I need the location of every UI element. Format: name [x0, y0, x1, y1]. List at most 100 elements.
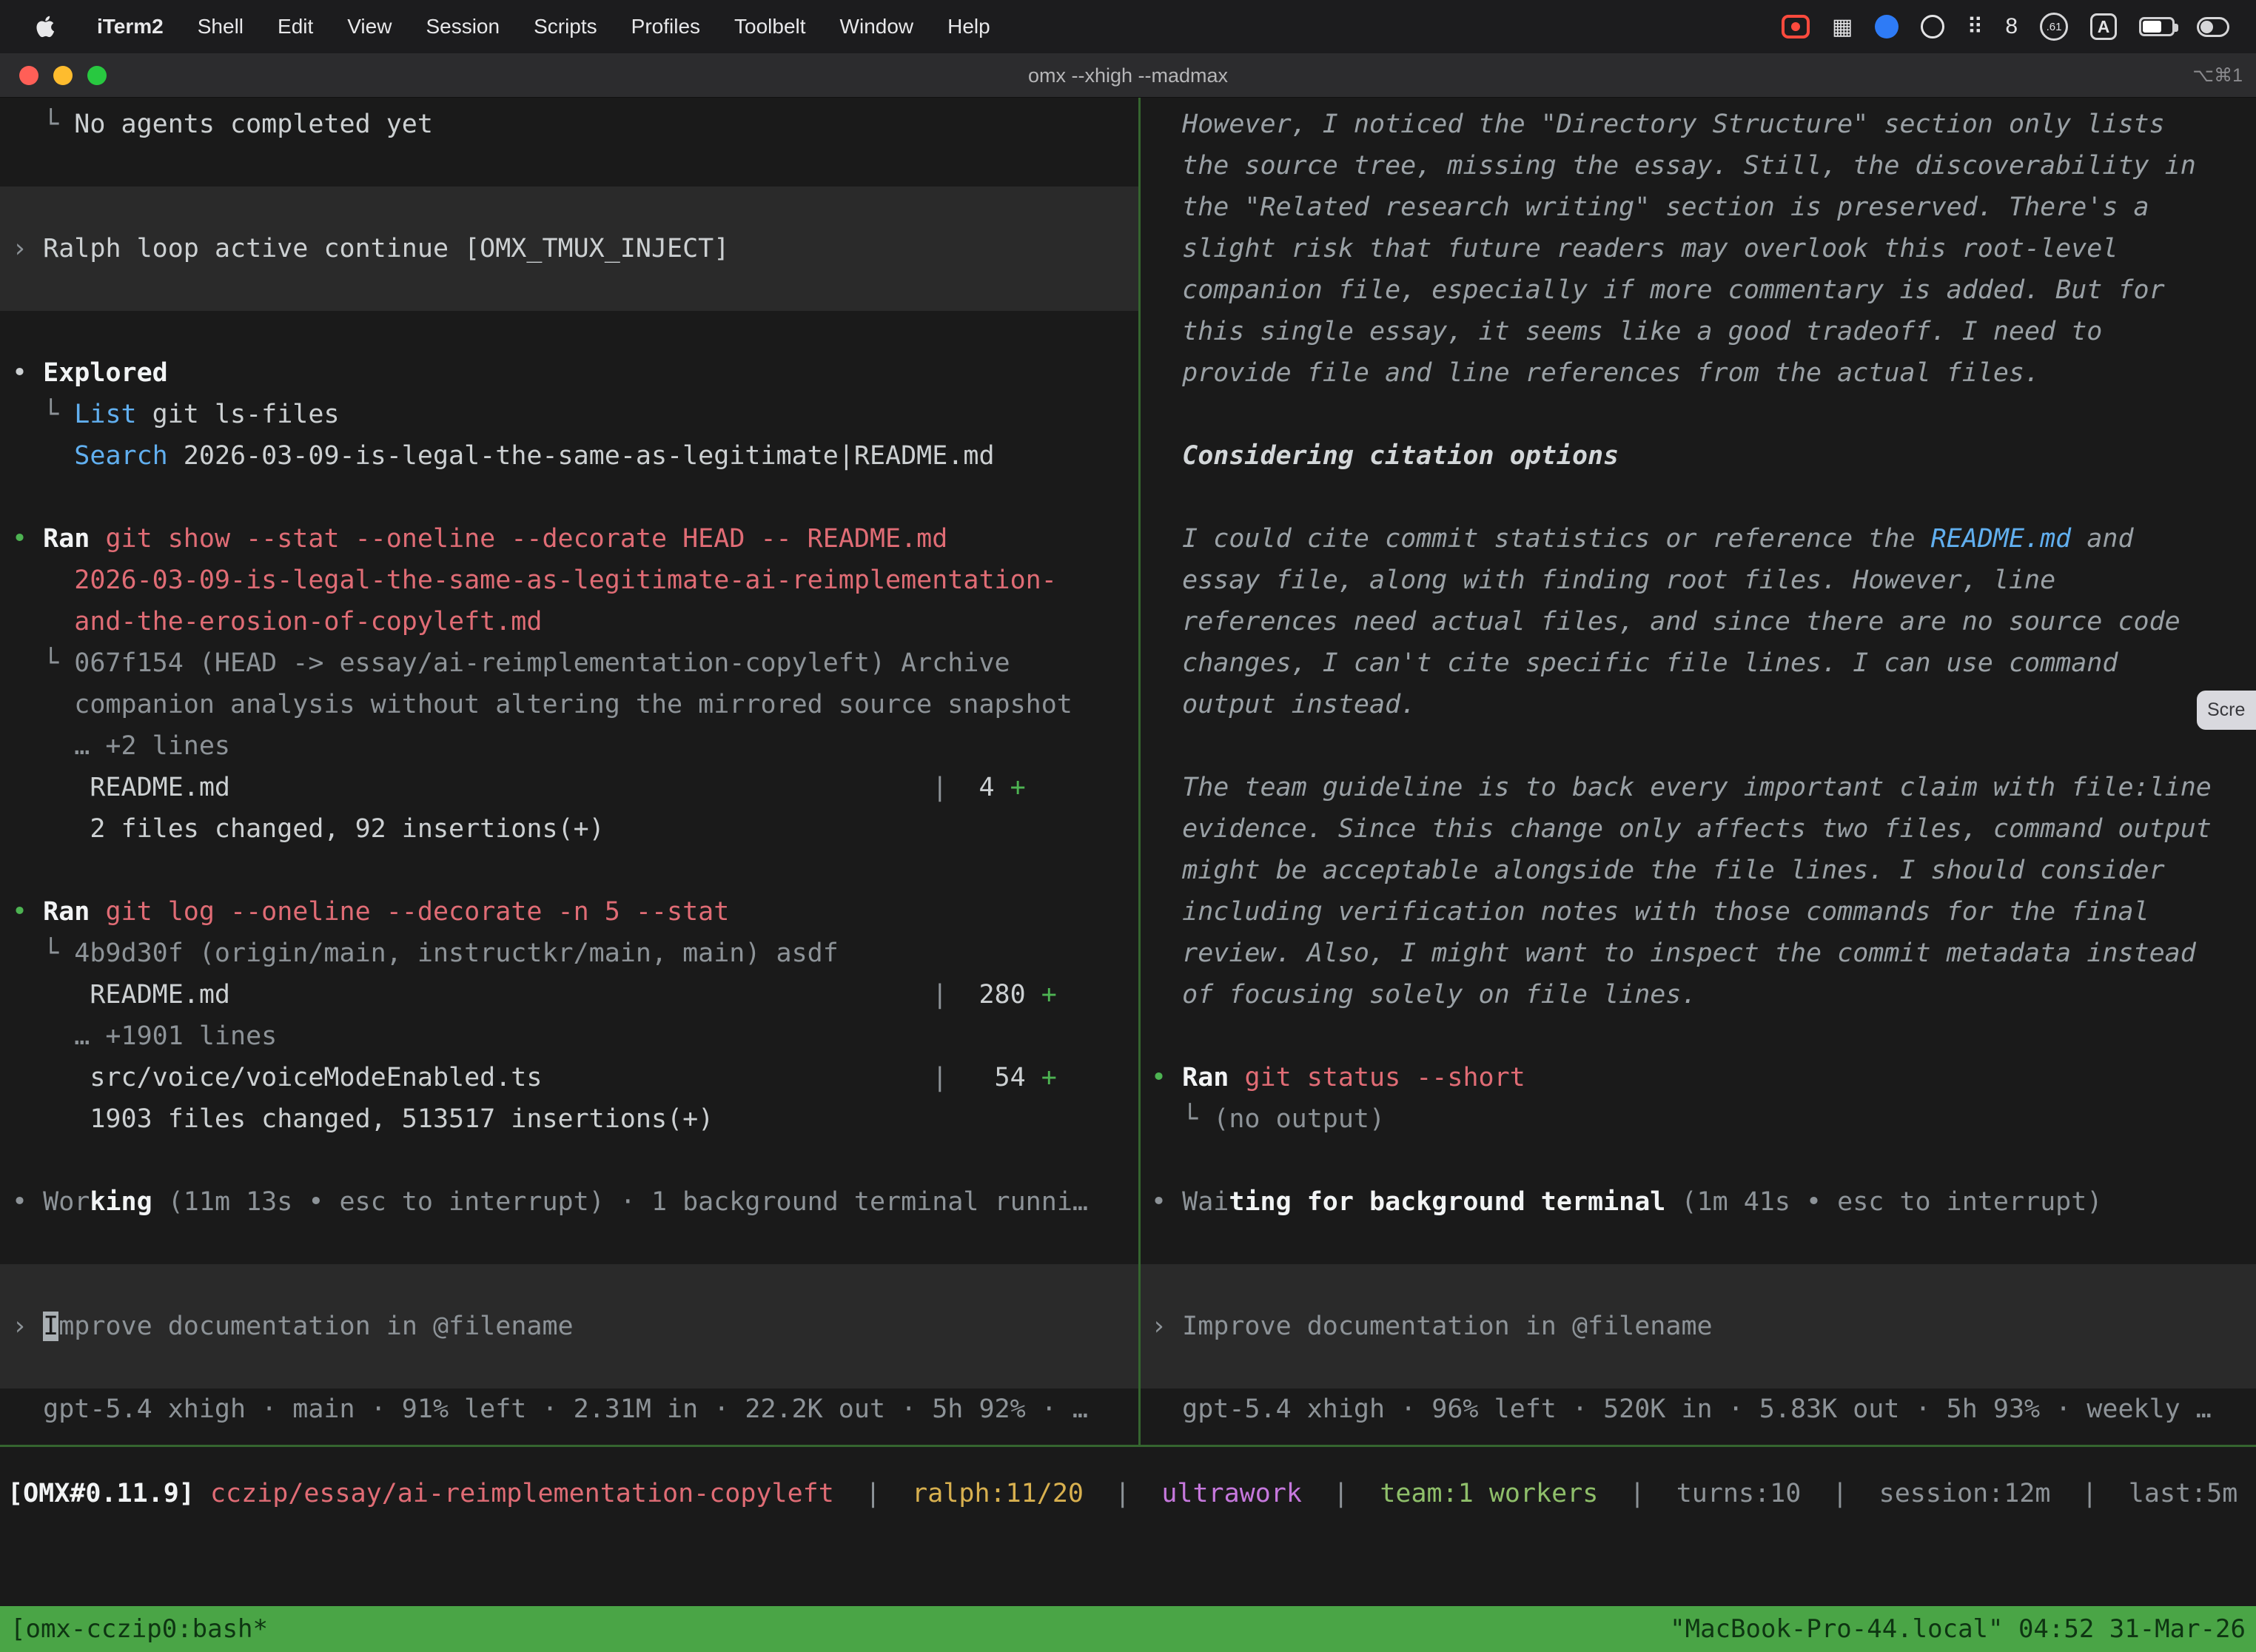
text-run: README.md	[12, 773, 932, 802]
terminal-line	[0, 477, 1138, 518]
menu-help[interactable]: Help	[930, 15, 1007, 38]
terminal-line	[0, 145, 1138, 187]
menu-toolbelt[interactable]: Toolbelt	[717, 15, 823, 38]
text-run: • Wai	[1151, 1187, 1229, 1217]
terminal-line: the "Related research writing" section i…	[1141, 187, 2256, 228]
terminal-window: └ No agents completed yet› Ralph loop ac…	[0, 98, 2256, 1445]
terminal-line: README.md | 4 +	[0, 767, 1138, 808]
text-run: git ls-files	[137, 400, 340, 429]
prompt-input[interactable]: › Improve documentation in @filename	[0, 1306, 1138, 1347]
menu-window[interactable]: Window	[823, 15, 931, 38]
terminal-line	[1141, 1140, 2256, 1181]
menu-edit[interactable]: Edit	[261, 15, 330, 38]
terminal-line	[1141, 1223, 2256, 1264]
status-segment: |	[1084, 1479, 1161, 1508]
terminal-line	[0, 269, 1138, 311]
menu-scripts[interactable]: Scripts	[517, 15, 614, 38]
text-run: 4	[947, 773, 1010, 802]
text-run: king	[90, 1187, 152, 1217]
text-run: •	[12, 358, 43, 388]
terminal-line: output instead.	[1141, 684, 2256, 725]
apple-menu-icon[interactable]	[34, 14, 59, 39]
toggle-icon[interactable]	[2197, 17, 2229, 37]
text-run: 2026-03-09-is-legal-the-same-as-legitima…	[12, 565, 1057, 595]
tmux-session-label: [omx-cczip0:bash*	[10, 1614, 268, 1644]
window-titlebar: omx --xhigh --madmax ⌥⌘1	[0, 53, 2256, 98]
text-run: git show --stat --oneline --decorate HEA…	[90, 524, 947, 554]
tmux-statusbar: [omx-cczip0:bash* "MacBook-Pro-44.local"…	[0, 1606, 2256, 1652]
terminal-line	[0, 187, 1138, 228]
text-run: ›	[12, 234, 43, 263]
terminal-line: provide file and line references from th…	[1141, 352, 2256, 394]
text-run: git status --short	[1229, 1063, 1525, 1092]
terminal-line: 2026-03-09-is-legal-the-same-as-legitima…	[0, 560, 1138, 601]
screen-share-pill[interactable]: Scre	[2197, 691, 2256, 730]
dark-app-icon[interactable]	[1921, 15, 1944, 38]
menu-view[interactable]: View	[330, 15, 409, 38]
text-run: slight risk that future readers may over…	[1151, 234, 2118, 263]
text-run: 2026-03-09-is-legal-the-same-as-legitima…	[168, 441, 995, 471]
terminal-line: • Ran git show --stat --oneline --decora…	[0, 518, 1138, 560]
text-run: +	[1010, 773, 1026, 802]
terminal-line: evidence. Since this change only affects…	[1141, 808, 2256, 850]
terminal-line: companion analysis without altering the …	[0, 684, 1138, 725]
text-run: and-the-erosion-of-copyleft.md	[12, 607, 542, 637]
text-run: Considering citation options	[1151, 441, 1619, 471]
input-source-icon[interactable]: A	[2090, 13, 2117, 40]
text-run: might be acceptable alongside the file l…	[1151, 856, 2165, 885]
text-run	[12, 441, 74, 471]
text-run: ting for background terminal	[1229, 1187, 1665, 1217]
menu-shell[interactable]: Shell	[181, 15, 261, 38]
menubar-items: iTerm2ShellEditViewSessionScriptsProfile…	[80, 15, 1007, 38]
text-run: |	[932, 980, 947, 1010]
terminal-line: references need actual files, and since …	[1141, 601, 2256, 642]
text-run: 1903 files changed, 513517 insertions(+)	[12, 1104, 714, 1134]
terminal-line	[1141, 1347, 2256, 1389]
window-shortcut-badge: ⌥⌘1	[2192, 53, 2243, 98]
terminal-line: • Ran git log --oneline --decorate -n 5 …	[0, 891, 1138, 933]
pane-left[interactable]: └ No agents completed yet› Ralph loop ac…	[0, 98, 1138, 1445]
text-run: Ran	[43, 897, 90, 927]
text-run: evidence. Since this change only affects…	[1151, 814, 2212, 844]
terminal-line: the source tree, missing the essay. Stil…	[1141, 145, 2256, 187]
pane-divider-horizontal[interactable]	[0, 1445, 2256, 1447]
menubar-status-icons: ▦ ⠿ 8 .61 A	[1782, 12, 2235, 41]
keyboard-grid-icon[interactable]: ▦	[1832, 12, 1853, 41]
battery-icon[interactable]	[2139, 17, 2175, 36]
text-run: (1m 41s • esc to interrupt)	[1665, 1187, 2102, 1217]
stats-icon[interactable]: 8	[2005, 12, 2018, 41]
text-run: I	[43, 1312, 58, 1341]
terminal-line	[1141, 1015, 2256, 1057]
dots-grid-icon[interactable]: ⠿	[1967, 12, 1983, 41]
terminal-line: └ 067f154 (HEAD -> essay/ai-reimplementa…	[0, 642, 1138, 684]
terminal-line	[0, 1347, 1138, 1389]
text-run: mprove documentation in @filename	[58, 1312, 573, 1341]
status-segment: team:1 workers	[1380, 1479, 1598, 1508]
text-run: src/voice/voiceModeEnabled.ts	[12, 1063, 932, 1092]
blue-app-icon[interactable]	[1875, 15, 1899, 38]
status-segment: |	[834, 1479, 912, 1508]
terminal-line: essay file, along with finding root file…	[1141, 560, 2256, 601]
ralph-loop-banner[interactable]: › Ralph loop active continue [OMX_TMUX_I…	[0, 228, 1138, 269]
omx-statusbar-line: [OMX#0.11.9] cczip/essay/ai-reimplementa…	[7, 1473, 2250, 1514]
terminal-line: 1903 files changed, 513517 insertions(+)	[0, 1098, 1138, 1140]
gauge-icon[interactable]: .61	[2040, 13, 2068, 41]
menu-iterm2[interactable]: iTerm2	[80, 15, 181, 38]
screen-recording-indicator[interactable]	[1782, 15, 1810, 38]
menu-session[interactable]: Session	[409, 15, 517, 38]
terminal-line: … +1901 lines	[0, 1015, 1138, 1057]
text-run: The team guideline is to back every impo…	[1151, 773, 2212, 802]
text-run: references need actual files, and since …	[1151, 607, 2181, 637]
text-run: git log --oneline --decorate -n 5 --stat	[90, 897, 729, 927]
terminal-line: Search 2026-03-09-is-legal-the-same-as-l…	[0, 435, 1138, 477]
terminal-line: might be acceptable alongside the file l…	[1141, 850, 2256, 891]
text-run: review. Also, I might want to inspect th…	[1151, 939, 2196, 968]
menu-profiles[interactable]: Profiles	[614, 15, 717, 38]
pane-right[interactable]: However, I noticed the "Directory Struct…	[1141, 98, 2256, 1445]
terminal-line: • Ran git status --short	[1141, 1057, 2256, 1098]
terminal-line: gpt-5.4 xhigh · main · 91% left · 2.31M …	[0, 1389, 1138, 1430]
pane-divider-vertical[interactable]	[1138, 98, 1141, 1445]
text-run: essay file, along with finding root file…	[1151, 565, 2055, 595]
text-run: +	[1041, 1063, 1057, 1092]
prompt-input[interactable]: › Improve documentation in @filename	[1141, 1306, 2256, 1347]
